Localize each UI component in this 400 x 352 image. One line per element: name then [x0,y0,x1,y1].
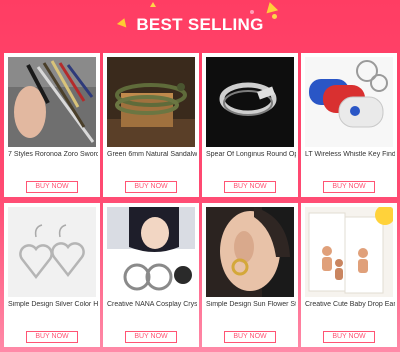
product-name[interactable]: Creative Cute Baby Drop Earrings [305,301,395,308]
buy-now-button[interactable]: BUY NOW [125,331,177,343]
product-card[interactable]: Simple Design Sun Flower Stud BUY NOW [202,203,298,347]
product-name[interactable]: Simple Design Sun Flower Stud [206,301,296,308]
product-image-sunflower-earring[interactable] [206,207,294,297]
product-card[interactable]: 7 Styles Roronoa Zoro Sword BUY NOW [4,53,100,197]
buy-now-button[interactable]: BUY NOW [224,181,276,193]
product-card[interactable]: Creative Cute Baby Drop Earrings BUY NOW [301,203,397,347]
product-name[interactable]: Green 6mm Natural Sandalwood [107,151,197,158]
product-name[interactable]: LT Wireless Whistle Key Finder [305,151,395,158]
product-name[interactable]: 7 Styles Roronoa Zoro Sword [8,151,98,158]
product-image-nana-earrings[interactable] [107,207,195,297]
product-name[interactable]: Creative NANA Cosplay Crystal [107,301,197,308]
buy-now-button[interactable]: BUY NOW [323,331,375,343]
confetti-icon [250,10,254,14]
product-image-heart-earrings[interactable] [8,207,96,297]
product-card[interactable]: Creative NANA Cosplay Crystal BUY NOW [103,203,199,347]
buy-now-button[interactable]: BUY NOW [323,181,375,193]
banner: BEST SELLING [0,0,400,50]
product-card[interactable]: Spear Of Longinus Round Open BUY NOW [202,53,298,197]
product-card[interactable]: Simple Design Silver Color Hollow BUY NO… [4,203,100,347]
product-image-silver-ring[interactable] [206,57,294,147]
product-image-sandalwood[interactable] [107,57,195,147]
product-grid: 7 Styles Roronoa Zoro Sword BUY NOW Gree… [0,50,400,352]
product-name[interactable]: Spear Of Longinus Round Open [206,151,296,158]
section-title: BEST SELLING [136,15,264,34]
confetti-icon [150,2,156,7]
product-card[interactable]: Green 6mm Natural Sandalwood BUY NOW [103,53,199,197]
buy-now-button[interactable]: BUY NOW [125,181,177,193]
buy-now-button[interactable]: BUY NOW [26,181,78,193]
product-image-key-finder[interactable] [305,57,393,147]
confetti-icon [263,0,279,14]
product-name[interactable]: Simple Design Silver Color Hollow [8,301,98,308]
product-card[interactable]: LT Wireless Whistle Key Finder BUY NOW [301,53,397,197]
buy-now-button[interactable]: BUY NOW [26,331,78,343]
buy-now-button[interactable]: BUY NOW [224,331,276,343]
product-image-zoro-sword[interactable] [8,57,96,147]
product-image-baby-earrings[interactable] [305,207,393,297]
